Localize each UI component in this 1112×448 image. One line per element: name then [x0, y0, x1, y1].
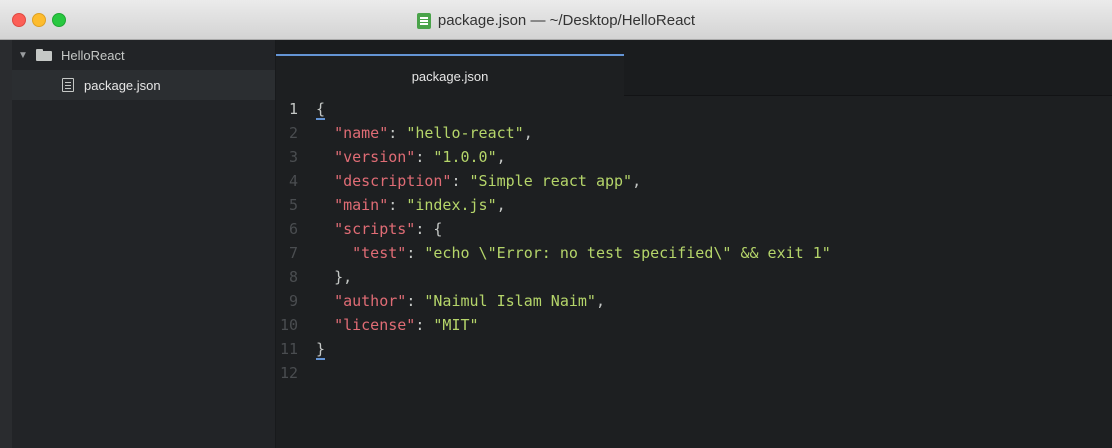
line-number: 2 — [288, 124, 298, 142]
code-text: "name": "hello-react", — [316, 121, 533, 145]
json-separator: : — [415, 316, 434, 334]
window-title-container: package.json — ~/Desktop/HelloReact — [0, 0, 1112, 40]
json-key: "author" — [334, 292, 407, 310]
code-editor[interactable]: 1{2 "name": "hello-react", 3 "version": "… — [276, 96, 1112, 448]
json-key: "test" — [352, 244, 407, 262]
json-key: "description" — [334, 172, 452, 190]
json-separator: : — [406, 292, 425, 310]
line-number: 9 — [288, 292, 298, 310]
window-edge — [0, 40, 12, 448]
json-string-value: "Simple react app" — [469, 172, 633, 190]
json-key: "scripts" — [334, 220, 416, 238]
tree-view: ▼ HelloReact package.json — [12, 40, 276, 448]
json-punctuation: , — [496, 148, 506, 166]
code-text: "description": "Simple react app", — [316, 169, 641, 193]
code-text: "test": "echo \"Error: no test specified… — [316, 241, 831, 265]
code-line[interactable]: 5 "main": "index.js", — [276, 193, 506, 217]
code-line[interactable]: 2 "name": "hello-react", — [276, 121, 533, 145]
tree-file-label: package.json — [84, 77, 161, 93]
tree-file-item[interactable]: package.json — [12, 70, 275, 100]
line-number: 12 — [279, 364, 298, 382]
json-punctuation: , — [496, 196, 506, 214]
code-line[interactable]: 3 "version": "1.0.0", — [276, 145, 506, 169]
code-text: "author": "Naimul Islam Naim", — [316, 289, 605, 313]
line-number: 7 — [288, 244, 298, 262]
code-text: "scripts": { — [316, 217, 442, 241]
code-line[interactable]: 7 "test": "echo \"Error: no test specifi… — [276, 241, 831, 265]
json-string-value: "echo \"Error: no test specified\" && ex… — [424, 244, 831, 262]
json-separator: : — [451, 172, 470, 190]
document-icon — [416, 13, 431, 29]
file-text-icon — [62, 78, 74, 92]
code-text: "main": "index.js", — [316, 193, 506, 217]
tree-root-label: HelloReact — [61, 47, 125, 63]
folder-icon — [36, 49, 52, 61]
code-text: "version": "1.0.0", — [316, 145, 506, 169]
code-line[interactable]: 6 "scripts": { — [276, 217, 442, 241]
json-brace: { — [433, 220, 443, 238]
code-text: }, — [316, 265, 352, 289]
tree-root-folder[interactable]: ▼ HelloReact — [12, 40, 275, 70]
json-brace: }, — [334, 268, 353, 286]
json-separator: : — [388, 124, 407, 142]
json-punctuation: , — [595, 292, 605, 310]
line-number: 11 — [279, 340, 298, 358]
code-line[interactable]: 9 "author": "Naimul Islam Naim", — [276, 289, 605, 313]
code-line[interactable]: 1{ — [276, 97, 326, 121]
line-number: 1 — [288, 100, 298, 118]
code-line[interactable]: 8 }, — [276, 265, 352, 289]
json-brace: { — [316, 100, 326, 120]
tab-package-json[interactable]: package.json — [276, 54, 624, 96]
json-string-value: "MIT" — [433, 316, 479, 334]
line-number: 4 — [288, 172, 298, 190]
json-separator: : — [415, 148, 434, 166]
line-number: 3 — [288, 148, 298, 166]
line-number: 6 — [288, 220, 298, 238]
line-number: 5 — [288, 196, 298, 214]
chevron-down-icon[interactable]: ▼ — [18, 50, 28, 61]
code-text: } — [316, 337, 326, 361]
json-string-value: "1.0.0" — [433, 148, 497, 166]
title-bar: package.json — ~/Desktop/HelloReact — [0, 0, 1112, 40]
json-brace: } — [316, 340, 326, 360]
tab-bar: package.json — [276, 40, 1112, 96]
json-key: "name" — [334, 124, 389, 142]
line-number: 10 — [279, 316, 298, 334]
json-punctuation: , — [523, 124, 533, 142]
code-line[interactable]: 4 "description": "Simple react app", — [276, 169, 641, 193]
json-key: "license" — [334, 316, 416, 334]
json-separator: : — [406, 244, 425, 262]
code-line[interactable]: 12 — [276, 361, 316, 385]
json-separator: : — [415, 220, 434, 238]
line-number: 8 — [288, 268, 298, 286]
window-title: package.json — ~/Desktop/HelloReact — [437, 11, 696, 29]
json-string-value: "Naimul Islam Naim" — [424, 292, 596, 310]
json-separator: : — [388, 196, 407, 214]
code-text: "license": "MIT" — [316, 313, 479, 337]
json-punctuation: , — [632, 172, 642, 190]
json-key: "version" — [334, 148, 416, 166]
code-text: { — [316, 97, 326, 121]
json-string-value: "hello-react" — [406, 124, 524, 142]
code-line[interactable]: 10 "license": "MIT" — [276, 313, 479, 337]
tab-label: package.json — [411, 68, 489, 84]
code-line[interactable]: 11} — [276, 337, 326, 361]
json-key: "main" — [334, 196, 389, 214]
json-string-value: "index.js" — [406, 196, 497, 214]
